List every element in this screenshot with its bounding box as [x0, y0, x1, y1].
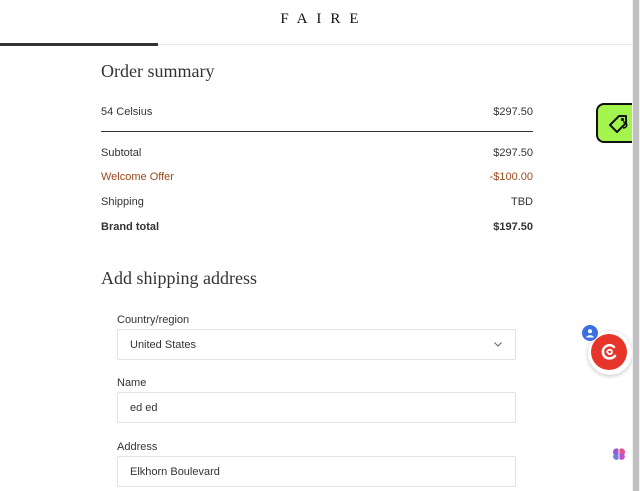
brand-total-value: $197.50 — [493, 221, 533, 233]
offer-label: Welcome Offer — [101, 171, 174, 183]
user-icon[interactable] — [582, 325, 598, 341]
scrollbar-thumb[interactable] — [633, 0, 639, 491]
order-summary-title: Order summary — [101, 61, 215, 81]
offer-value: -$100.00 — [489, 171, 533, 183]
welcome-offer-row: Welcome Offer -$100.00 — [101, 171, 533, 183]
shipping-address-title: Add shipping address — [101, 268, 257, 288]
subtotal-row: Subtotal $297.50 — [101, 147, 533, 159]
shipping-value: TBD — [511, 196, 533, 208]
name-label: Name — [117, 377, 147, 389]
subtotal-value: $297.50 — [493, 147, 533, 159]
c-logo-icon[interactable] — [591, 334, 627, 370]
checkout-progress — [0, 43, 632, 46]
country-label: Country/region — [117, 314, 190, 326]
order-item-row: 54 Celsius $297.50 — [101, 106, 533, 118]
shipping-label: Shipping — [101, 196, 144, 208]
faire-logo[interactable]: FAIRE — [0, 11, 640, 28]
brand-total-row: Brand total $197.50 — [101, 221, 533, 233]
page-scrollbar[interactable] — [632, 0, 640, 491]
header: FAIRE — [0, 0, 632, 46]
item-price: $297.50 — [493, 106, 533, 118]
brand-total-label: Brand total — [101, 221, 160, 233]
address-value: Elkhorn Boulevard — [130, 466, 220, 478]
address-field[interactable]: Elkhorn Boulevard — [117, 456, 516, 487]
address-label: Address — [117, 441, 158, 453]
summary-divider — [101, 131, 533, 132]
brain-icon[interactable] — [611, 446, 627, 462]
checkout-page: FAIRE Order summary 54 Celsius $297.50 S… — [0, 0, 640, 491]
progress-fill — [0, 43, 158, 46]
name-value: ed ed — [130, 402, 158, 414]
chevron-down-icon — [494, 342, 502, 347]
item-name: 54 Celsius — [101, 106, 153, 118]
country-select[interactable]: United States — [117, 329, 516, 360]
country-value: United States — [130, 339, 197, 351]
tag-icon — [609, 115, 628, 133]
name-field[interactable]: ed ed — [117, 392, 516, 423]
subtotal-label: Subtotal — [101, 147, 142, 159]
shipping-row: Shipping TBD — [101, 196, 533, 208]
c-extension-widget[interactable] — [582, 325, 632, 375]
